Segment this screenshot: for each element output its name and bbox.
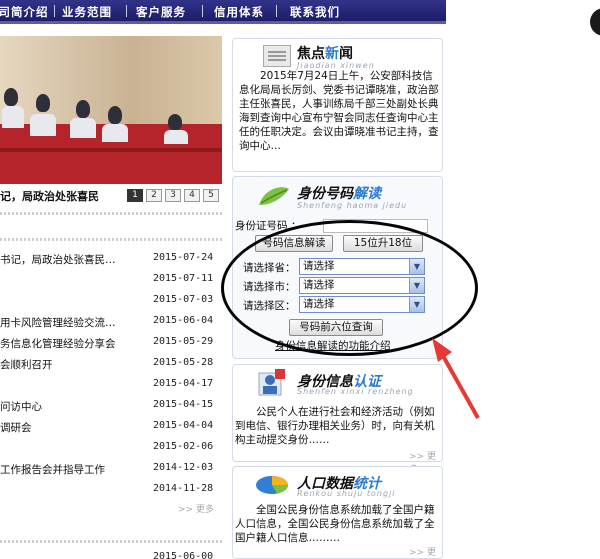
annotation-arrow-icon bbox=[432, 338, 480, 419]
